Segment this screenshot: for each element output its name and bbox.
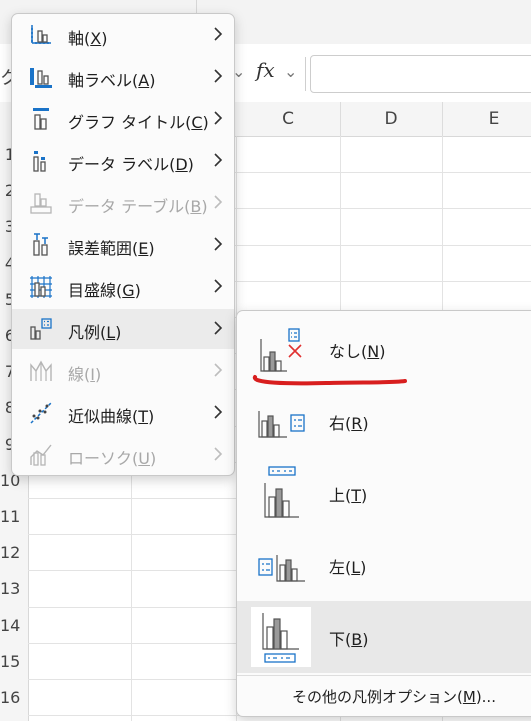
row-header[interactable]: 15 — [0, 652, 20, 671]
chevron-right-icon — [214, 195, 223, 209]
legend-option-right[interactable]: 右(R) — [237, 385, 531, 457]
legend-option-label: 左(L) — [329, 558, 367, 577]
formula-bar-divider — [305, 57, 306, 91]
chevron-down-icon[interactable]: ⌄ — [284, 62, 297, 81]
legend-option-label: なし(N) — [329, 342, 386, 361]
formula-input[interactable] — [310, 55, 531, 93]
updown-bars-icon — [30, 444, 52, 466]
chevron-right-icon — [214, 27, 223, 41]
legend-option-label: 下(B) — [329, 630, 369, 649]
chevron-right-icon — [214, 363, 223, 377]
menu-item-lines: 線(I) — [12, 351, 234, 391]
menu-item-label: 近似曲線(T) — [68, 407, 155, 426]
row-header[interactable]: 12 — [0, 543, 20, 562]
legend-option-label: 右(R) — [329, 414, 369, 433]
menu-item-label: データ テーブル(B) — [68, 197, 208, 216]
data-labels-icon — [33, 151, 46, 172]
menu-item-label: 軸ラベル(A) — [68, 71, 156, 90]
row-header[interactable]: 11 — [0, 507, 20, 526]
menu-item-label: 凡例(L) — [68, 323, 122, 342]
column-header-e[interactable]: E — [442, 102, 531, 136]
row-header[interactable]: 13 — [0, 579, 20, 598]
row-header[interactable]: 16 — [0, 688, 20, 707]
menu-item-chart-title[interactable]: グラフ タイトル(C) — [12, 99, 234, 139]
chevron-right-icon — [214, 321, 223, 335]
more-legend-options[interactable]: その他の凡例オプション(M)... — [237, 675, 531, 716]
chevron-right-icon — [214, 237, 223, 251]
legend-bottom-icon — [251, 607, 311, 667]
legend-none-icon — [260, 328, 302, 372]
chevron-right-icon — [214, 111, 223, 125]
menu-item-data-labels[interactable]: データ ラベル(D) — [12, 141, 234, 181]
data-table-icon — [30, 193, 52, 214]
red-underline-annotation — [252, 375, 407, 386]
menu-item-gridlines[interactable]: 目盛線(G) — [12, 267, 234, 307]
chevron-right-icon — [214, 279, 223, 293]
legend-top-icon — [264, 466, 299, 518]
chevron-right-icon — [214, 69, 223, 83]
menu-item-data-table: データ テーブル(B) — [12, 183, 234, 223]
lines-icon — [30, 360, 52, 381]
chart-elements-menu: 軸(X) 軸ラベル(A) グラフ タイトル(C) データ ラベル(D) データ … — [11, 13, 235, 476]
chevron-right-icon — [214, 447, 223, 461]
axes-icon — [31, 25, 51, 44]
chevron-right-icon — [214, 153, 223, 167]
legend-option-top[interactable]: 上(T) — [237, 457, 531, 529]
legend-icon — [30, 318, 52, 340]
fx-button[interactable]: fx — [256, 58, 275, 82]
legend-left-icon — [258, 555, 305, 582]
legend-option-left[interactable]: 左(L) — [237, 529, 531, 601]
menu-item-updown-bars: ローソク(U) — [12, 435, 234, 475]
menu-item-axes[interactable]: 軸(X) — [12, 15, 234, 55]
column-header-c[interactable]: C — [236, 102, 341, 136]
menu-item-label: 線(I) — [68, 365, 102, 384]
legend-option-bottom[interactable]: 下(B) — [237, 601, 531, 673]
menu-item-label: グラフ タイトル(C) — [68, 113, 209, 132]
menu-item-axis-labels[interactable]: 軸ラベル(A) — [12, 57, 234, 97]
menu-item-label: ローソク(U) — [68, 449, 157, 468]
column-header-d[interactable]: D — [340, 102, 443, 136]
trendline-icon — [30, 402, 52, 424]
legend-right-icon — [258, 411, 305, 438]
more-legend-options-label: その他の凡例オプション(M)... — [292, 688, 496, 706]
axis-labels-icon — [30, 68, 52, 88]
menu-item-legend[interactable]: 凡例(L) — [12, 309, 234, 349]
row-header[interactable]: 14 — [0, 616, 20, 635]
error-bars-icon — [33, 233, 48, 256]
menu-item-label: データ ラベル(D) — [68, 155, 194, 174]
legend-option-label: 上(T) — [329, 486, 368, 505]
gridlines-icon — [30, 276, 52, 298]
chevron-right-icon — [214, 405, 223, 419]
menu-item-label: 軸(X) — [68, 29, 108, 48]
menu-item-error-bars[interactable]: 誤差範囲(E) — [12, 225, 234, 265]
chart-title-icon — [33, 108, 49, 130]
menu-item-trendline[interactable]: 近似曲線(T) — [12, 393, 234, 433]
menu-item-label: 目盛線(G) — [68, 281, 141, 300]
menu-item-label: 誤差範囲(E) — [68, 239, 155, 258]
